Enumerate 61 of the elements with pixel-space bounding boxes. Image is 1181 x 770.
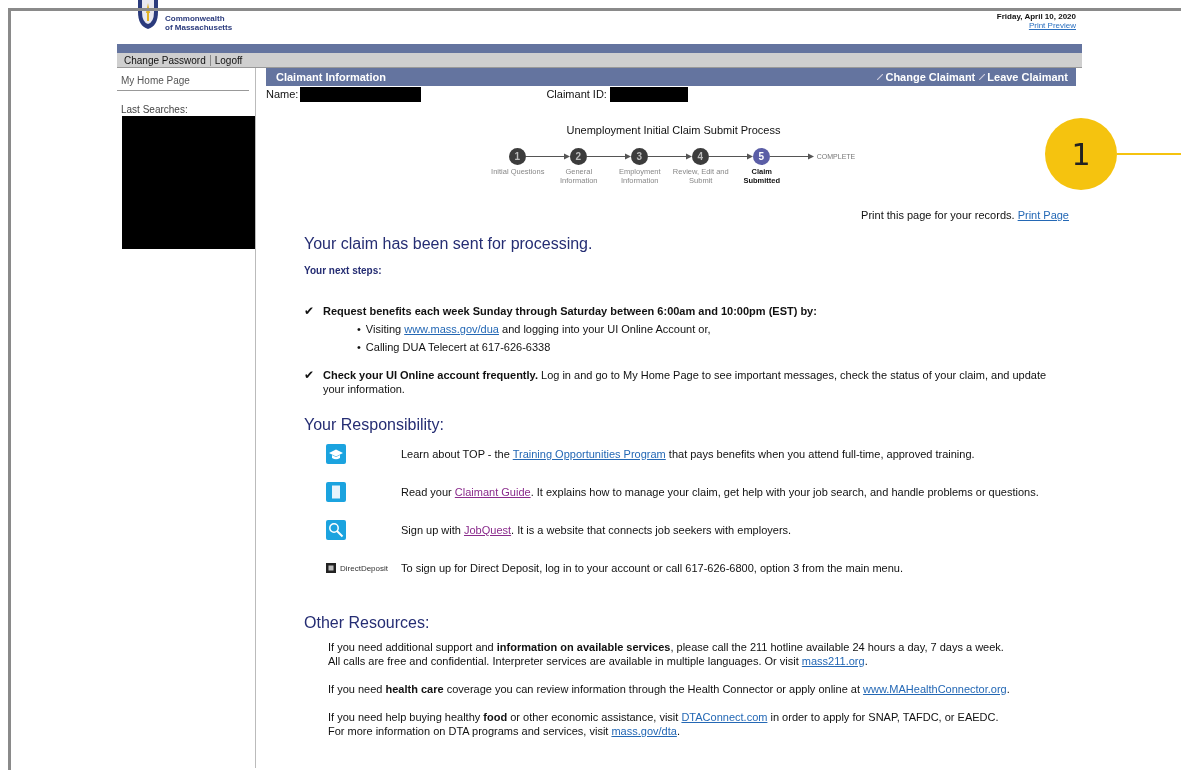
step-circle: 2 — [569, 148, 587, 165]
print-preview-link[interactable]: Print Preview — [996, 21, 1076, 30]
step-circle: 1 — [508, 148, 526, 165]
search-icon — [326, 520, 346, 540]
link[interactable]: mass211.org — [801, 655, 865, 667]
pencil-icon — [877, 74, 884, 80]
logo-text: Commonwealth of Massachusetts — [165, 14, 233, 32]
section-heading: Other Resources: — [304, 614, 431, 632]
bullet-text: Calling DUA Telecert at 617-626-6338 — [365, 340, 551, 354]
responsibility-text: To sign up for Direct Deposit, log in to your account or call 617-626-6800, option 3 from the main menu. — [401, 561, 903, 575]
arrow-icon — [647, 153, 692, 160]
arrow-icon — [708, 153, 753, 160]
bullet-text: Visiting www.mass.gov/dua and logging into your UI Online Account or, — [365, 322, 711, 336]
deposit-icon — [326, 563, 336, 573]
home-link[interactable]: My Home Page — [117, 68, 249, 91]
bullet: • — [357, 340, 361, 354]
arrow-icon — [525, 153, 570, 160]
link[interactable]: mass.gov/dta — [611, 725, 677, 737]
leader-line — [1117, 153, 1181, 155]
seal-icon — [137, 0, 159, 30]
document-icon — [326, 482, 346, 502]
callout-badge: 1 — [1045, 118, 1117, 190]
menu-link[interactable]: Logoff — [214, 54, 243, 66]
deposit-label: DirectDeposit — [340, 563, 388, 573]
responsibility-text: Sign up with JobQuest. It is a website that connects job seekers with employers. — [401, 523, 792, 537]
section-heading: Your Responsibility: — [304, 416, 445, 434]
field-label: Claimant ID: — [546, 88, 607, 100]
link[interactable]: www.mass.gov/dua — [404, 323, 499, 335]
header-link[interactable]: Leave Claimant — [979, 71, 1068, 83]
graduation-cap-icon — [326, 444, 346, 464]
step-circle: 5 — [752, 148, 770, 165]
link[interactable]: www.MAHealthConnector.org — [863, 683, 1007, 695]
header-link[interactable]: Change Claimant — [877, 71, 976, 83]
print-page-link[interactable]: Print Page — [1017, 209, 1069, 221]
step-text: Request benefits each week Sunday through Saturday between 6:00am and 10:00pm (EST) by: — [323, 304, 817, 318]
resource-text: If you need health care coverage you can review information through the Health Connector or apply online at www.MAHealthConnector.org. — [328, 682, 1011, 696]
responsibility-text: Learn about TOP - the Training Opportunities Program that pays benefits when you attend full-time, approved training. — [401, 447, 975, 461]
confirmation-heading: Your claim has been sent for processing. — [304, 235, 594, 253]
resource-text: If you need help buying healthy food or other economic assistance, visit DTAConnect.com in order to apply for SNAP, TAFDC, or EAEDC. For more information on DTA programs and services, visit mass.gov/dta. — [328, 710, 1000, 738]
pencil-icon — [979, 74, 986, 80]
field-label: Name: — [266, 88, 299, 100]
check-mark: ✔ — [304, 304, 314, 318]
step-circle: 4 — [691, 148, 709, 165]
arrow-icon — [769, 153, 814, 160]
sidebar-label: Last Searches: — [120, 103, 189, 116]
link[interactable]: Training Opportunities Program — [512, 448, 666, 460]
link[interactable]: DTAConnect.com — [681, 711, 768, 723]
responsibility-text: Read your Claimant Guide. It explains how to manage your claim, get help with your job search, and handle problems or questions. — [401, 485, 1039, 499]
step-circle: 3 — [630, 148, 648, 165]
print-note: Print this page for your records. — [861, 209, 1015, 221]
panel-title: Claimant Information — [276, 71, 386, 83]
step-text: Check your UI Online account frequently. Log in and go to My Home Page to see important messages, check the status of your claim, and update your information. — [323, 368, 1048, 396]
process-title: Unemployment Initial Claim Submit Process — [565, 124, 782, 136]
check-mark: ✔ — [304, 368, 314, 384]
resource-text: If you need additional support and information on available services, please call the 211 hotline available 24 hours a day, 7 days a week. All calls are free and confidential. Interpreter services are available in multiple languages. Or visit mass211.org. — [328, 640, 1005, 668]
date-text: Friday, April 10, 2020 — [996, 12, 1076, 21]
arrow-icon — [586, 153, 631, 160]
bullet: • — [357, 322, 361, 336]
menu-link[interactable]: Change Password — [124, 54, 206, 66]
link[interactable]: Claimant Guide — [454, 486, 531, 498]
next-steps-label: Your next steps: — [304, 265, 382, 276]
